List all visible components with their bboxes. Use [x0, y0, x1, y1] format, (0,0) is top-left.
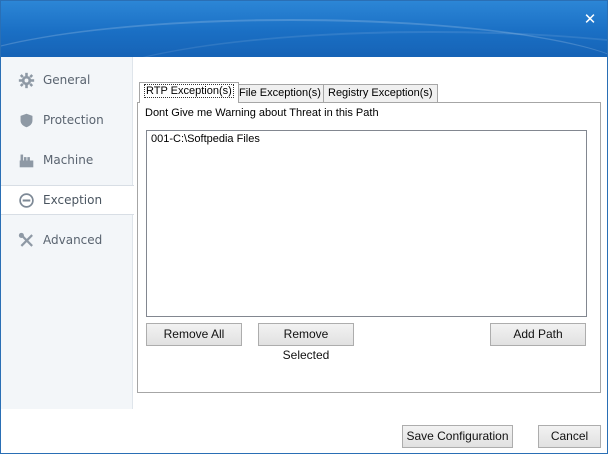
- remove-selected-button[interactable]: Remove Selected: [258, 323, 354, 362]
- sidebar-item-advanced[interactable]: Advanced: [1, 225, 133, 255]
- sidebar-item-label: General: [43, 73, 91, 87]
- remove-all-button[interactable]: Remove All: [146, 323, 242, 346]
- exception-path-list[interactable]: 001-C:\Softpedia Files: [146, 130, 587, 317]
- tab-registry-exceptions[interactable]: Registry Exception(s): [323, 84, 438, 102]
- tab-rtp-exceptions[interactable]: RTP Exception(s): [139, 82, 239, 103]
- sidebar-item-label: Protection: [43, 113, 104, 127]
- sidebar-item-exception[interactable]: Exception: [1, 185, 134, 215]
- gear-icon: [17, 71, 35, 89]
- rtp-description: Dont Give me Warning about Threat in thi…: [145, 107, 379, 119]
- save-configuration-button[interactable]: Save Configuration: [402, 425, 513, 448]
- tools-icon: [17, 231, 35, 249]
- footer-bar: Save Configuration Cancel: [1, 409, 607, 453]
- sidebar-item-label: Advanced: [43, 233, 103, 247]
- tab-file-exceptions[interactable]: File Exception(s): [234, 84, 326, 102]
- tab-label: Registry Exception(s): [328, 87, 433, 99]
- minus-circle-icon: [17, 191, 35, 209]
- title-bar: ✕: [1, 1, 607, 57]
- sidebar-item-label: Machine: [43, 153, 94, 167]
- sidebar: General Protection Machine Exception Adv…: [1, 57, 134, 409]
- tab-label: RTP Exception(s): [144, 84, 234, 98]
- machine-icon: [17, 151, 35, 169]
- list-item[interactable]: 001-C:\Softpedia Files: [147, 131, 586, 147]
- sidebar-item-protection[interactable]: Protection: [1, 105, 133, 135]
- sidebar-item-machine[interactable]: Machine: [1, 145, 133, 175]
- sidebar-item-label: Exception: [43, 193, 103, 207]
- exception-panel: RTP Exception(s) File Exception(s) Regis…: [137, 81, 601, 393]
- tab-label: File Exception(s): [239, 87, 321, 99]
- add-path-button[interactable]: Add Path: [490, 323, 586, 346]
- close-icon[interactable]: ✕: [581, 10, 599, 28]
- tab-body-rtp: Dont Give me Warning about Threat in thi…: [137, 102, 601, 393]
- cancel-button[interactable]: Cancel: [538, 425, 601, 448]
- tab-strip: RTP Exception(s) File Exception(s) Regis…: [137, 81, 601, 103]
- sidebar-item-general[interactable]: General: [1, 65, 133, 95]
- settings-window: ✕ General Protection Machine Exception A…: [0, 0, 608, 454]
- shield-icon: [17, 111, 35, 129]
